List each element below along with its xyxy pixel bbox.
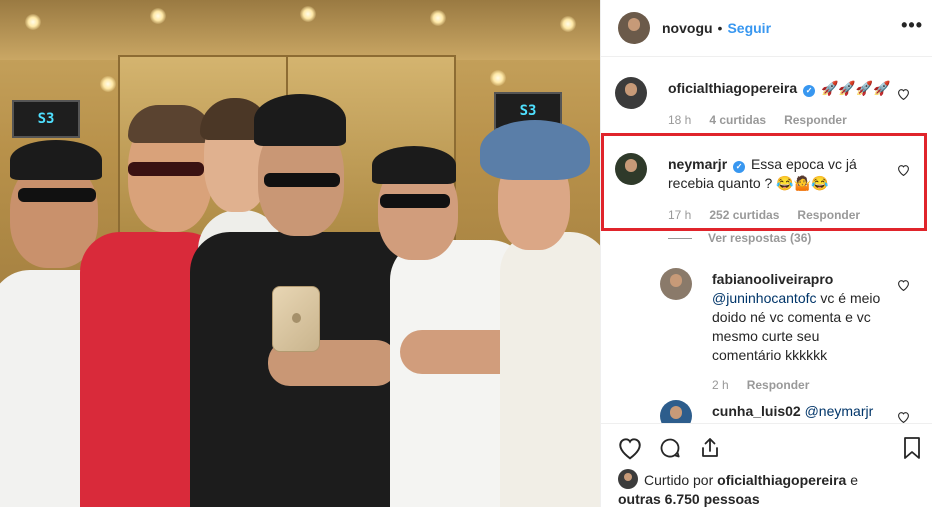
- replier-avatar[interactable]: [660, 268, 692, 300]
- more-horizontal-icon[interactable]: •••: [901, 16, 923, 34]
- liker-avatar[interactable]: [618, 469, 638, 489]
- reply-text: cunha_luis02 @neymarjr: [712, 402, 912, 421]
- header-separator: •: [717, 20, 723, 36]
- reply-button[interactable]: Responder: [747, 378, 810, 392]
- post-header: novogu • Seguir •••: [601, 0, 932, 57]
- liked-by-prefix: Curtido por: [644, 472, 714, 488]
- reply-button[interactable]: Responder: [784, 113, 847, 127]
- reply-meta: 2 h Responder: [712, 378, 827, 392]
- like-reply-heart-icon[interactable]: [897, 411, 910, 423]
- highlighted-comment-frame: [601, 133, 927, 231]
- wall-light: [490, 70, 506, 86]
- comment-meta: 18 h 4 curtidas Responder: [668, 113, 865, 127]
- liked-by-connector: e: [850, 472, 858, 488]
- comment-text: oficialthiagopereira ✓ 🚀🚀🚀🚀: [668, 79, 893, 98]
- post-photo[interactable]: S3 S3: [0, 0, 600, 507]
- reply-time[interactable]: 2 h: [712, 378, 729, 392]
- follow-button[interactable]: Seguir: [727, 20, 771, 36]
- bookmark-icon[interactable]: [901, 436, 923, 463]
- view-replies-label: Ver respostas (36): [708, 231, 812, 245]
- comments-panel: novogu • Seguir ••• oficialthiagopereira…: [600, 0, 932, 507]
- author-avatar[interactable]: [618, 12, 650, 44]
- like-heart-icon[interactable]: [617, 436, 643, 463]
- author-username[interactable]: novogu: [662, 20, 713, 36]
- liked-by-others[interactable]: outras 6.750 pessoas: [618, 491, 760, 507]
- wall-light: [100, 76, 116, 92]
- ceiling-light: [150, 8, 166, 24]
- liked-by-user[interactable]: oficialthiagopereira: [717, 472, 846, 488]
- reply-text: fabianooliveirapro @juninhocantofc vc é …: [712, 270, 887, 365]
- elevator-ceiling: [0, 0, 600, 60]
- ceiling-light: [25, 14, 41, 30]
- reply-mention-link[interactable]: @neymarjr: [805, 403, 874, 419]
- verified-badge-icon: ✓: [803, 85, 816, 97]
- comment-bubble-icon[interactable]: [657, 436, 683, 463]
- ceiling-light: [430, 10, 446, 26]
- reply-mention-link[interactable]: @juninhocantofc: [712, 290, 817, 306]
- comment-likes[interactable]: 4 curtidas: [709, 113, 766, 127]
- reply-username[interactable]: cunha_luis02: [712, 403, 801, 419]
- like-reply-heart-icon[interactable]: [897, 279, 910, 291]
- smartphone: [272, 286, 320, 352]
- share-icon[interactable]: [697, 436, 723, 463]
- clipped-text-fragment: [693, 58, 713, 64]
- like-comment-heart-icon[interactable]: [897, 88, 910, 100]
- replies-divider-line: [668, 237, 692, 239]
- replier-avatar[interactable]: [660, 400, 692, 423]
- comments-list[interactable]: oficialthiagopereira ✓ 🚀🚀🚀🚀 18 h 4 curti…: [601, 58, 932, 423]
- reply-username[interactable]: fabianooliveirapro: [712, 271, 833, 287]
- ceiling-light: [300, 6, 316, 22]
- comment-username[interactable]: oficialthiagopereira: [668, 80, 797, 96]
- ceiling-light: [560, 16, 576, 32]
- post-actions-bar: Curtido por oficialthiagopereira e outra…: [601, 423, 932, 507]
- commenter-avatar[interactable]: [615, 77, 647, 109]
- floor-display-left: S3: [12, 100, 80, 138]
- view-replies-button[interactable]: Ver respostas (36): [668, 231, 811, 245]
- comment-time[interactable]: 18 h: [668, 113, 691, 127]
- comment-body: 🚀🚀🚀🚀: [820, 80, 891, 96]
- liked-by-summary: Curtido por oficialthiagopereira e outra…: [618, 469, 918, 507]
